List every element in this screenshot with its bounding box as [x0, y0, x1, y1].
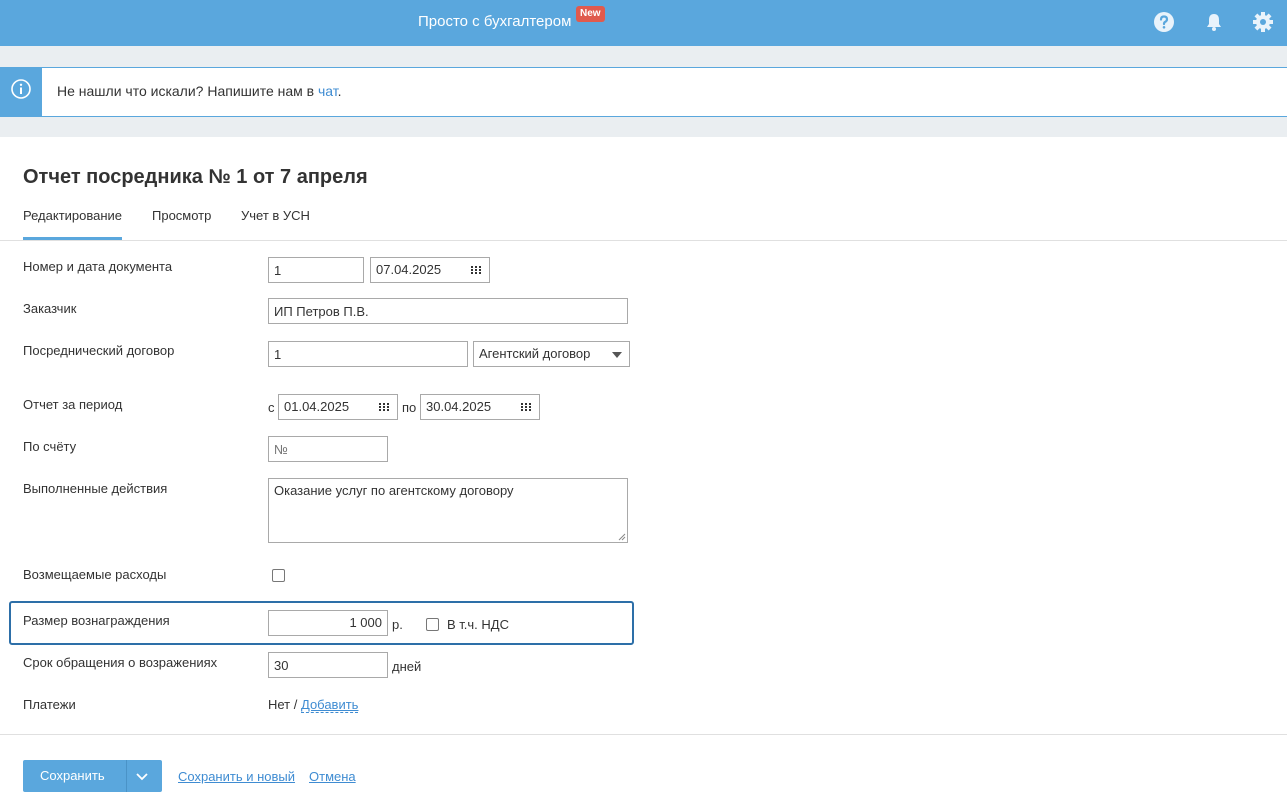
gear-icon[interactable]: [1252, 11, 1274, 33]
expenses-checkbox[interactable]: [272, 569, 285, 582]
actions-text: Оказание услуг по агентскому договору: [274, 483, 514, 498]
period-to-input[interactable]: 30.04.2025: [420, 394, 540, 420]
actions-textarea[interactable]: Оказание услуг по агентскому договору: [268, 478, 628, 543]
tabs-divider: [0, 240, 1287, 241]
customer-input[interactable]: [268, 298, 628, 324]
footer-divider: [0, 734, 1287, 735]
calendar-icon[interactable]: [471, 266, 481, 274]
info-banner: Не нашли что искали? Напишите нам в чат.: [0, 67, 1287, 117]
invoice-input[interactable]: [268, 436, 388, 462]
reward-label: Размер вознаграждения: [23, 613, 170, 628]
calendar-icon[interactable]: [521, 403, 531, 411]
reward-unit: р.: [392, 617, 403, 632]
period-from-input[interactable]: 01.04.2025: [278, 394, 398, 420]
help-icon[interactable]: [1153, 11, 1175, 33]
period-from-value: 01.04.2025: [284, 399, 350, 414]
customer-label: Заказчик: [23, 301, 77, 316]
save-button-label: Сохранить: [40, 768, 105, 783]
doc-date-input[interactable]: 07.04.2025: [370, 257, 490, 283]
save-button[interactable]: Сохранить: [23, 760, 162, 792]
invoice-label: По счёту: [23, 439, 77, 454]
page-title: Отчет посредника № 1 от 7 апреля: [23, 166, 368, 188]
expenses-label: Возмещаемые расходы: [23, 567, 167, 582]
period-label: Отчет за период: [23, 397, 123, 412]
doc-date-value: 07.04.2025: [376, 262, 442, 277]
info-icon-box: [0, 68, 42, 116]
top-bar: Просто с бухгалтером New: [0, 0, 1287, 46]
banner-text: Не нашли что искали? Напишите нам в чат.: [57, 83, 342, 99]
new-badge: New: [576, 6, 605, 22]
objection-unit: дней: [392, 659, 422, 674]
contract-number-input[interactable]: [268, 341, 468, 367]
tab-usn[interactable]: Учет в УСН: [241, 208, 310, 240]
reward-input[interactable]: 1 000: [268, 610, 388, 636]
actions-label: Выполненные действия: [23, 481, 168, 496]
objection-label: Срок обращения о возражениях: [23, 655, 218, 670]
dropdown-arrow-icon: [612, 352, 622, 358]
main-card: Отчет посредника № 1 от 7 апреля Редакти…: [0, 137, 1287, 798]
info-icon: [11, 79, 31, 99]
app-brand[interactable]: Просто с бухгалтером: [418, 13, 571, 30]
payments-label: Платежи: [23, 697, 76, 712]
contract-label: Посреднический договор: [23, 343, 175, 358]
period-to-value: 30.04.2025: [426, 399, 492, 414]
calendar-icon[interactable]: [379, 403, 389, 411]
objection-input[interactable]: [268, 652, 388, 678]
payments-value: Нет / Добавить: [268, 697, 359, 713]
cancel-link[interactable]: Отмена: [309, 769, 356, 784]
reward-value: 1 000: [349, 615, 382, 630]
period-from-prefix: с: [268, 400, 275, 415]
doc-number-input[interactable]: [268, 257, 364, 283]
tab-view[interactable]: Просмотр: [152, 208, 211, 240]
contract-type-value: Агентский договор: [479, 346, 591, 361]
save-and-new-link[interactable]: Сохранить и новый: [178, 769, 295, 784]
vat-label: В т.ч. НДС: [447, 617, 509, 632]
resize-handle-icon[interactable]: [618, 533, 626, 541]
save-button-divider: [126, 760, 127, 792]
bell-icon[interactable]: [1203, 11, 1225, 33]
doc-label: Номер и дата документа: [23, 259, 173, 274]
period-to-prefix: по: [402, 400, 417, 415]
chat-link[interactable]: чат: [318, 83, 338, 99]
vat-checkbox[interactable]: [426, 618, 439, 631]
contract-type-select[interactable]: Агентский договор: [473, 341, 630, 367]
chevron-down-icon[interactable]: [135, 769, 149, 783]
add-payment-link[interactable]: Добавить: [301, 697, 359, 713]
tab-edit[interactable]: Редактирование: [23, 208, 123, 240]
